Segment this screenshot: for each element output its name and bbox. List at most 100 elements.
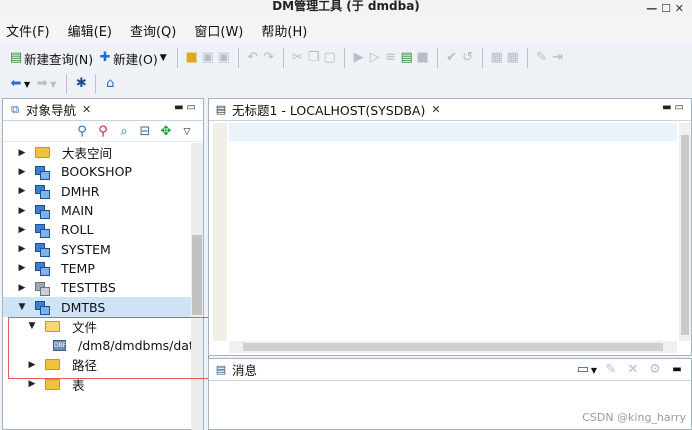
message-tab[interactable]: ▤ 消息 ▭ ▼ ✎ ✕ ⚙ ▬	[209, 359, 691, 381]
open-folder-icon[interactable]: ■	[184, 50, 200, 66]
folder-icon	[35, 147, 50, 159]
window-controls[interactable]: — ☐ ✕	[646, 3, 684, 15]
collapse-arrow-icon[interactable]: ▼	[15, 302, 29, 312]
window-title: DM管理工具 (于 dmdba)	[272, 0, 420, 13]
navigator-tab[interactable]: ⧉ 对象导航 ✕ ▬▭	[3, 99, 203, 121]
tree-item[interactable]: ▶ DMHR	[3, 182, 193, 201]
arrow-right-icon: ➡	[36, 76, 48, 91]
tree-item-label: ROLL	[61, 222, 94, 238]
scrollbar-thumb[interactable]	[681, 135, 689, 335]
tree-item[interactable]: ▶ BOOKSHOP	[3, 162, 193, 181]
line-number-gutter	[213, 123, 227, 341]
panel-minmax-icon[interactable]: ▬▭	[174, 102, 199, 113]
cut-icon[interactable]: ✂	[290, 50, 306, 66]
editor-horizontal-scrollbar[interactable]	[229, 341, 677, 353]
new-button[interactable]: ✚ 新建(O) ▼	[97, 47, 167, 69]
expand-arrow-icon[interactable]: ▶	[15, 186, 29, 196]
new-query-button[interactable]: ▤ 新建查询(N)	[8, 47, 93, 69]
new-label: 新建(O)	[113, 51, 158, 67]
save-icon[interactable]: ▣	[200, 50, 216, 66]
export-icon[interactable]: ▤	[399, 50, 415, 66]
expand-arrow-icon[interactable]: ▶	[15, 148, 29, 158]
highlight-box	[8, 317, 209, 379]
schedule-icon[interactable]: ▦	[505, 50, 521, 66]
collapse-all-icon[interactable]: ⊟	[137, 124, 153, 140]
sql-editor-panel: ▤ 无标题1 - LOCALHOST(SYSDBA) ✕ ▬▭	[208, 98, 692, 356]
expand-arrow-icon[interactable]: ▶	[15, 206, 29, 216]
commit-icon[interactable]: ✔	[444, 50, 460, 66]
editor-tab-title: 无标题1 - LOCALHOST(SYSDBA)	[232, 103, 426, 118]
menu-query[interactable]: 查询(Q)	[130, 21, 176, 40]
window-titlebar: DM管理工具 (于 dmdba) — ☐ ✕	[0, 0, 692, 18]
menu-file[interactable]: 文件(F)	[6, 21, 50, 40]
navigation-toolbar: ⬅ ▼ ➡ ▼ ✱ ⌂	[0, 72, 692, 96]
minimize-icon[interactable]: ▬	[669, 362, 685, 378]
panel-minmax-icon[interactable]: ▬▭	[662, 102, 687, 113]
undo-icon[interactable]: ↶	[245, 50, 261, 66]
menu-help[interactable]: 帮助(H)	[261, 21, 307, 40]
search-icon[interactable]: ⌕	[116, 124, 132, 140]
debug-bug-icon[interactable]: ✱	[73, 76, 89, 92]
connect-icon[interactable]: ⚲	[74, 124, 90, 140]
view-menu-icon[interactable]: ▽	[179, 124, 195, 140]
tree-item-selected[interactable]: ▼ DMTBS	[3, 297, 193, 317]
scrollbar-thumb[interactable]	[192, 235, 202, 315]
editor-tab[interactable]: ▤ 无标题1 - LOCALHOST(SYSDBA) ✕ ▬▭	[209, 99, 691, 121]
tree-item[interactable]: ▶ TEMP	[3, 259, 193, 278]
back-button[interactable]: ⬅ ▼	[8, 73, 31, 95]
tree-item-label: TEMP	[61, 260, 95, 276]
expand-arrow-icon[interactable]: ▶	[25, 379, 39, 389]
expand-arrow-icon[interactable]: ▶	[15, 244, 29, 254]
settings-icon[interactable]: ⚙	[647, 362, 663, 378]
pin-icon[interactable]: ✎	[603, 362, 619, 378]
toolbar-divider	[66, 74, 68, 94]
explain-icon[interactable]: ≋	[383, 50, 399, 66]
debug-step-icon[interactable]: ⇥	[550, 50, 566, 66]
menu-window[interactable]: 窗口(W)	[194, 21, 243, 40]
expand-arrow-icon[interactable]: ▶	[15, 283, 29, 293]
object-tree: ▶ 大表空间 ▶ BOOKSHOP ▶ DMHR ▶ MAIN ▶ ROLL ▶…	[3, 143, 193, 430]
clear-icon[interactable]: ✕	[625, 362, 641, 378]
expand-arrow-icon[interactable]: ▶	[15, 263, 29, 273]
home-icon[interactable]: ⌂	[102, 76, 118, 92]
toolbar-divider	[481, 48, 483, 68]
tree-item[interactable]: ▶ ROLL	[3, 220, 193, 239]
run-script-icon[interactable]: ▷	[367, 50, 383, 66]
expand-arrow-icon[interactable]: ▶	[15, 225, 29, 235]
menu-edit[interactable]: 编辑(E)	[68, 21, 112, 40]
tablespace-icon	[35, 204, 50, 219]
object-navigator-panel: ⧉ 对象导航 ✕ ▬▭ ⚲ ⚲ ⌕ ⊟ ✥ ▽ ▶ 大表空间 ▶ BOOKSHO…	[2, 98, 204, 430]
tree-item[interactable]: ▶ SYSTEM	[3, 239, 193, 258]
console-select-icon[interactable]: ▭	[575, 362, 591, 378]
expand-arrow-icon[interactable]: ▶	[15, 167, 29, 177]
close-icon[interactable]: ✕	[431, 103, 440, 116]
stop-icon[interactable]: ■	[415, 50, 431, 66]
tree-item[interactable]: ▶ TESTTBS	[3, 278, 193, 297]
navigator-title: 对象导航	[26, 103, 77, 118]
sql-editor-input[interactable]	[229, 123, 677, 141]
format-icon[interactable]: ✎	[534, 50, 550, 66]
tablespace-offline-icon	[35, 281, 50, 296]
tree-item[interactable]: ▶ MAIN	[3, 201, 193, 220]
run-icon[interactable]: ▶	[351, 50, 367, 66]
close-icon[interactable]: ✕	[82, 103, 91, 116]
rollback-icon[interactable]: ↺	[460, 50, 476, 66]
chevron-down-icon[interactable]: ▼	[591, 366, 597, 375]
menu-bar: 文件(F) 编辑(E) 查询(Q) 窗口(W) 帮助(H)	[0, 18, 692, 42]
forward-button[interactable]: ➡ ▼	[34, 73, 57, 95]
editor-vertical-scrollbar[interactable]	[679, 123, 691, 341]
navigator-scrollbar[interactable]	[191, 143, 203, 430]
tablespace-icon	[35, 223, 50, 238]
save-all-icon[interactable]: ▣	[216, 50, 232, 66]
expand-icon[interactable]: ✥	[158, 124, 174, 140]
redo-icon[interactable]: ↷	[261, 50, 277, 66]
calendar-icon[interactable]: ▦	[489, 50, 505, 66]
copy-icon[interactable]: ❐	[306, 50, 322, 66]
tree-item[interactable]: ▶ 大表空间	[3, 143, 193, 162]
scrollbar-thumb[interactable]	[243, 343, 663, 351]
disconnect-icon[interactable]: ⚲	[95, 124, 111, 140]
toolbar-divider	[237, 48, 239, 68]
toolbar-divider	[95, 74, 97, 94]
tablespace-icon	[35, 243, 50, 258]
paste-icon[interactable]: ▢	[322, 50, 338, 66]
